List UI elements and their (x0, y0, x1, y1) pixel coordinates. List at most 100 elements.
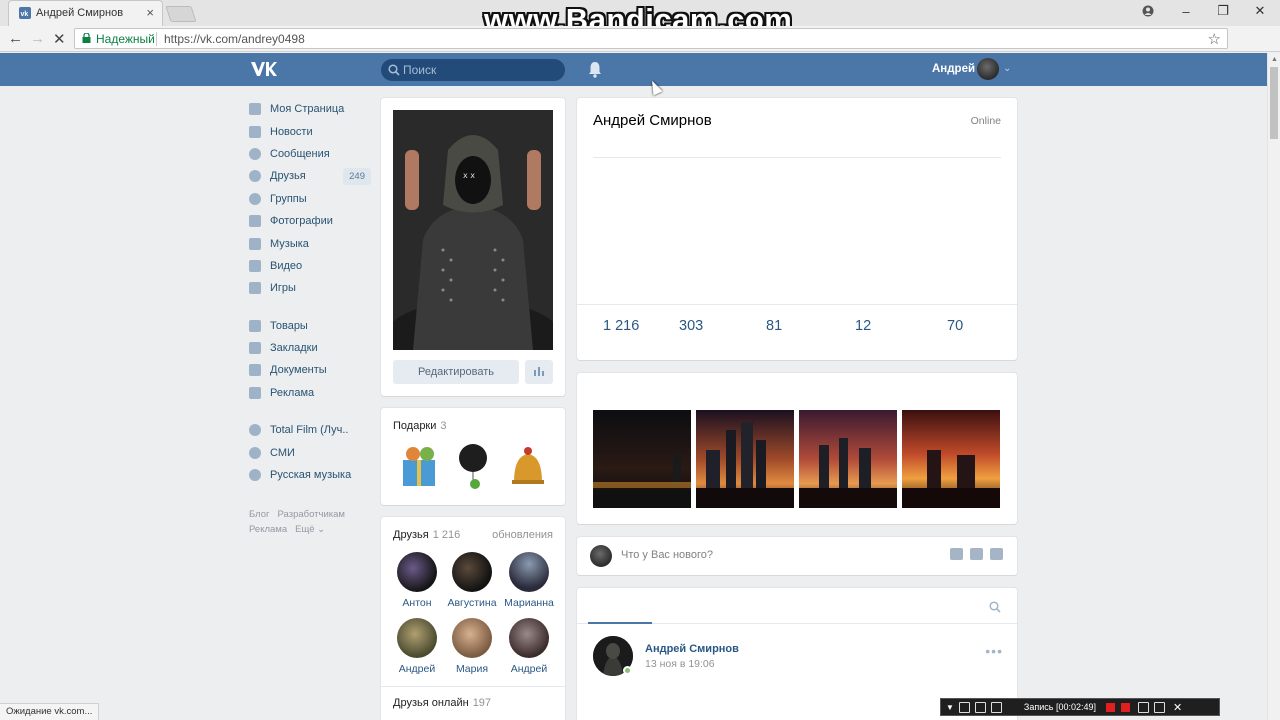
counter-followers[interactable]: 303 (679, 318, 703, 334)
gifts-title[interactable]: Подарки 3 (393, 420, 447, 432)
menu-label: Документы (270, 364, 327, 377)
header-user-name[interactable]: Андрей (932, 63, 975, 75)
back-icon[interactable]: ← (8, 30, 23, 47)
menu-item-goods[interactable]: Товары (249, 315, 371, 337)
menu-item-messages[interactable]: Сообщения (249, 143, 371, 165)
menu-item-games[interactable]: Игры (249, 277, 371, 299)
search-input[interactable]: Поиск (381, 59, 565, 81)
footer-link-blog[interactable]: Блог (249, 509, 270, 520)
menu-item-ads[interactable]: Реклама (249, 382, 371, 404)
menu-item-photos[interactable]: Фотографии (249, 210, 371, 232)
friend-name: Мария (455, 663, 489, 675)
stop-record-icon[interactable] (1121, 702, 1130, 712)
close-window-icon[interactable]: ✕ (1242, 0, 1278, 22)
photo-thumbnail[interactable] (799, 410, 897, 508)
bandicam-select-icon[interactable] (990, 701, 1002, 713)
menu-item-documents[interactable]: Документы (249, 359, 371, 381)
stop-loading-icon[interactable]: ✕ (53, 30, 66, 48)
footer-link-developers[interactable]: Разработчикам (278, 509, 345, 520)
wall-tab-active-indicator[interactable] (588, 622, 652, 624)
friend-item[interactable]: Андрей (387, 618, 447, 675)
bandicam-dropdown-icon[interactable]: ▼ (946, 703, 954, 712)
friend-name: Антон (402, 597, 432, 609)
menu-item-music[interactable]: Музыка (249, 232, 371, 254)
gift-box-icon[interactable] (397, 442, 441, 490)
bandicam-zoom-icon[interactable] (974, 701, 986, 713)
address-bar[interactable]: Надежный https://vk.com/andrey0498 ☆ (74, 28, 1228, 49)
menu-item-friends[interactable]: Друзья 249 (249, 165, 371, 187)
photo-thumbnail[interactable] (696, 410, 794, 508)
counter-audios[interactable]: 70 (947, 318, 963, 334)
menu-label: Русская музыка (270, 469, 352, 482)
scroll-up-icon[interactable]: ▲ (1271, 56, 1278, 63)
menu-item-community-music[interactable]: Русская музыка (249, 464, 371, 486)
wall-post-date[interactable]: 13 ноя в 19:06 (645, 658, 715, 670)
menu-label: Новости (270, 125, 313, 138)
menu-label: Total Film (Луч.. (270, 424, 349, 437)
friend-item[interactable]: Мария (442, 618, 502, 675)
photo-thumbnail[interactable] (902, 410, 1000, 508)
friends-updates-link[interactable]: обновления (492, 529, 553, 541)
pause-record-icon[interactable] (1106, 702, 1115, 712)
online-status: Online (970, 115, 1001, 127)
header-avatar[interactable] (977, 58, 999, 80)
bandicam-window-icon[interactable] (958, 701, 970, 713)
gift-balloon-icon[interactable] (451, 442, 495, 490)
edit-profile-button[interactable]: Редактировать (393, 360, 519, 384)
vk-logo-icon[interactable] (249, 60, 277, 78)
more-options-icon[interactable]: ••• (985, 643, 1003, 659)
browser-tab[interactable]: vk Андрей Смирнов × (8, 0, 163, 26)
page-scrollbar[interactable]: ▲ (1267, 53, 1280, 720)
footer-link-more[interactable]: Ещё ⌄ (295, 524, 325, 535)
bookmark-star-icon[interactable]: ☆ (1208, 30, 1221, 48)
bar-chart-icon (534, 367, 544, 376)
notifications-bell-icon[interactable] (588, 61, 602, 78)
photos-card (577, 373, 1017, 524)
counter-videos[interactable]: 12 (855, 318, 871, 334)
menu-item-video[interactable]: Видео (249, 255, 371, 277)
footer-link-ads[interactable]: Реклама (249, 524, 287, 535)
bandicam-close-icon[interactable]: ✕ (1173, 701, 1182, 714)
secure-label: Надежный (96, 32, 155, 46)
friends-title[interactable]: Друзья 1 216 (393, 529, 460, 541)
menu-item-community-smi[interactable]: СМИ (249, 441, 371, 463)
menu-item-groups[interactable]: Группы (249, 188, 371, 210)
new-post-input[interactable]: Что у Вас нового? (621, 549, 713, 561)
tab-close-icon[interactable]: × (146, 5, 154, 20)
restore-icon[interactable]: ❐ (1205, 0, 1241, 22)
screenshot-icon[interactable] (1138, 701, 1149, 713)
video-attach-icon[interactable] (970, 548, 983, 560)
groups-icon (249, 192, 261, 205)
friend-item[interactable]: Августина (442, 552, 502, 609)
friends-divider (381, 686, 565, 687)
minimize-icon[interactable]: – (1168, 0, 1204, 22)
statistics-button[interactable] (525, 360, 553, 384)
menu-item-community-total-film[interactable]: Total Film (Луч.. (249, 419, 371, 441)
music-attach-icon[interactable] (990, 548, 1003, 560)
gift-bell-icon[interactable] (506, 442, 550, 490)
camera-icon[interactable] (950, 548, 963, 560)
counter-friends[interactable]: 1 216 (603, 318, 639, 334)
menu-label: Друзья (270, 170, 306, 183)
vk-header: Поиск Андрей ⌄ (0, 53, 1267, 86)
new-tab-button[interactable] (165, 6, 197, 22)
friend-item[interactable]: Андрей (499, 618, 559, 675)
chevron-down-icon[interactable]: ⌄ (1003, 63, 1011, 74)
draw-icon[interactable] (1154, 701, 1165, 713)
url-text[interactable]: https://vk.com/andrey0498 (164, 32, 305, 46)
forward-icon[interactable]: → (30, 30, 45, 47)
photo-thumbnail[interactable] (593, 410, 691, 508)
wall-post-author[interactable]: Андрей Смирнов (645, 643, 739, 655)
scroll-thumb[interactable] (1270, 67, 1278, 139)
friends-online-title[interactable]: Друзья онлайн 197 (393, 697, 491, 709)
menu-item-my-page[interactable]: Моя Страница (249, 98, 371, 120)
profile-icon[interactable] (1130, 0, 1166, 22)
counter-photos[interactable]: 81 (766, 318, 782, 334)
menu-item-bookmarks[interactable]: Закладки (249, 337, 371, 359)
post-author-avatar (590, 545, 612, 567)
friend-item[interactable]: Марианна (499, 552, 559, 609)
friend-item[interactable]: Антон (387, 552, 447, 609)
menu-item-news[interactable]: Новости (249, 120, 371, 142)
profile-photo[interactable]: x x (393, 110, 553, 350)
wall-search-icon[interactable] (989, 601, 1001, 613)
